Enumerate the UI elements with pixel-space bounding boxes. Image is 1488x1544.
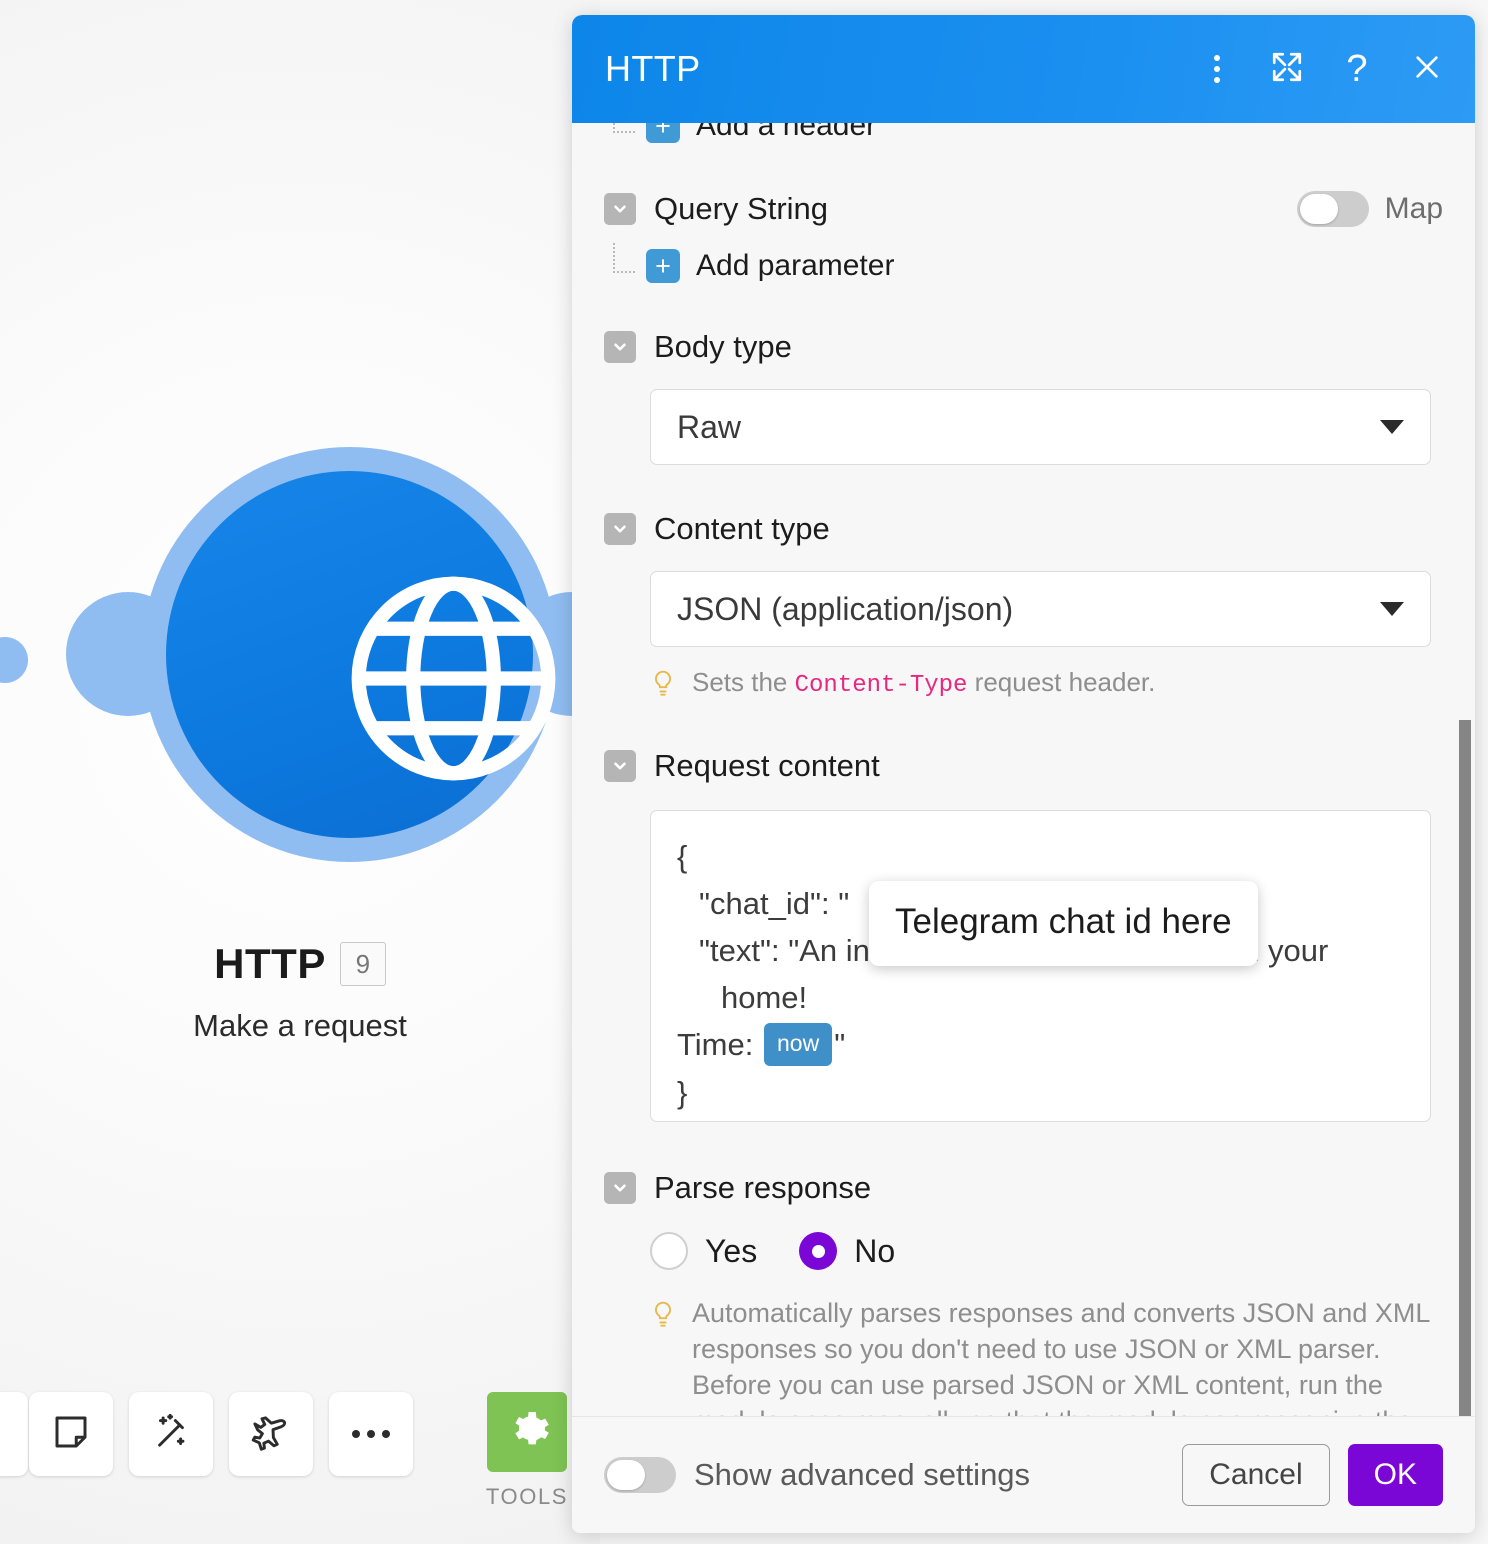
request-content-collapse-icon[interactable] xyxy=(604,750,636,782)
parse-response-collapse-icon[interactable] xyxy=(604,1172,636,1204)
add-parameter-plus-icon[interactable]: + xyxy=(646,249,680,283)
magic-wand-icon xyxy=(150,1411,192,1458)
json-line-time: Time: now " xyxy=(677,1021,1404,1068)
add-parameter-label: Add parameter xyxy=(696,249,895,282)
content-type-collapse-icon[interactable] xyxy=(604,513,636,545)
map-toggle-group[interactable]: Map xyxy=(1296,191,1443,227)
chevron-down-icon xyxy=(1380,420,1404,434)
tools-button[interactable] xyxy=(487,1392,567,1472)
body-type-select[interactable]: Raw xyxy=(650,389,1431,465)
content-type-label: Content type xyxy=(654,511,830,546)
json-time-prefix: Time: xyxy=(677,1027,754,1063)
now-token[interactable]: now xyxy=(763,1023,833,1067)
node-title: HTTP xyxy=(214,940,326,987)
app-root: HTTP 9 Make a request TOOLS HTTP ? + Add… xyxy=(0,0,1488,1544)
content-type-hint-text: Sets the Content-Type request header. xyxy=(692,665,1155,702)
content-type-section-header[interactable]: Content type xyxy=(572,511,1475,547)
advanced-toggle-knob xyxy=(607,1460,645,1490)
body-type-label: Body type xyxy=(654,329,792,364)
body-type-section-header[interactable]: Body type xyxy=(572,329,1475,365)
parse-response-label: Parse response xyxy=(654,1170,872,1205)
query-string-section-header[interactable]: Query String Map xyxy=(572,191,1475,227)
airplane-icon xyxy=(249,1410,293,1459)
map-toggle[interactable] xyxy=(1296,191,1369,227)
json-line-open: { xyxy=(677,839,688,874)
request-content-label: Request content xyxy=(654,748,880,783)
add-parameter-row[interactable]: + Add parameter xyxy=(572,243,1475,283)
chat-id-tooltip: Telegram chat id here xyxy=(869,881,1258,967)
http-module-node[interactable] xyxy=(62,447,644,1167)
panel-content: + Add a header Query String Map + Add pa… xyxy=(572,113,1475,1442)
request-content-textarea[interactable]: { "chat_id": " "text": "An intrusion has… xyxy=(650,810,1431,1122)
airplane-button[interactable] xyxy=(229,1392,313,1476)
parse-response-yes-label: Yes xyxy=(705,1232,758,1269)
query-string-collapse-icon[interactable] xyxy=(604,193,636,225)
panel-scroll-area[interactable]: + Add a header Query String Map + Add pa… xyxy=(572,113,1475,1442)
node-subtitle: Make a request xyxy=(193,1008,407,1043)
http-settings-panel: HTTP ? + Add a header Query String Map +… xyxy=(572,15,1475,1533)
parse-response-no-radio[interactable] xyxy=(799,1232,838,1270)
vertical-dots-icon xyxy=(1214,55,1220,83)
parse-response-yes-radio[interactable] xyxy=(650,1232,688,1270)
panel-scrollbar-thumb[interactable] xyxy=(1459,720,1471,1450)
canvas-toolbar[interactable]: TOOLS xyxy=(0,1392,600,1522)
more-options-button[interactable] xyxy=(329,1392,413,1476)
add-note-button[interactable] xyxy=(29,1392,113,1476)
parse-response-section-header[interactable]: Parse response xyxy=(572,1170,1475,1206)
panel-help-button[interactable]: ? xyxy=(1337,47,1377,91)
map-toggle-knob xyxy=(1299,194,1338,224)
map-label: Map xyxy=(1384,192,1443,225)
panel-header-actions[interactable]: ? xyxy=(1197,47,1447,91)
expand-arrows-icon xyxy=(1270,50,1304,89)
panel-title: HTTP xyxy=(605,48,701,89)
panel-footer: Show advanced settings Cancel OK xyxy=(572,1416,1475,1533)
panel-expand-button[interactable] xyxy=(1267,47,1307,91)
node-title-row: HTTP 9 xyxy=(0,940,600,988)
node-badge: 9 xyxy=(339,942,386,986)
footer-actions[interactable]: Cancel OK xyxy=(1182,1444,1443,1506)
body-type-value: Raw xyxy=(677,408,742,445)
content-type-value: JSON (application/json) xyxy=(677,590,1014,627)
ellipsis-icon xyxy=(352,1430,390,1438)
panel-menu-button[interactable] xyxy=(1197,47,1237,91)
request-content-section-header[interactable]: Request content xyxy=(572,748,1475,784)
advanced-settings-label: Show advanced settings xyxy=(694,1457,1031,1492)
lightbulb-icon xyxy=(650,669,678,704)
close-x-icon xyxy=(1411,51,1443,88)
magic-wand-button[interactable] xyxy=(129,1392,213,1476)
content-type-select[interactable]: JSON (application/json) xyxy=(650,571,1431,647)
hint-before: Sets the xyxy=(692,667,795,697)
advanced-settings-toggle[interactable] xyxy=(604,1457,676,1493)
parse-response-no-label: No xyxy=(854,1232,896,1269)
query-string-label: Query String xyxy=(654,191,829,226)
cancel-button[interactable]: Cancel xyxy=(1182,1444,1330,1506)
content-type-hint: Sets the Content-Type request header. xyxy=(650,665,1431,704)
json-line-close: } xyxy=(677,1074,688,1110)
body-type-collapse-icon[interactable] xyxy=(604,331,636,363)
gear-icon xyxy=(503,1406,551,1459)
panel-header: HTTP ? xyxy=(572,15,1475,123)
question-mark-icon: ? xyxy=(1346,48,1368,90)
sticky-note-icon xyxy=(50,1411,92,1458)
tree-connector xyxy=(613,243,635,273)
hint-after: request header. xyxy=(967,667,1156,697)
ok-button[interactable]: OK xyxy=(1347,1444,1443,1506)
scenario-canvas[interactable]: HTTP 9 Make a request TOOLS xyxy=(0,0,644,1544)
chevron-down-icon xyxy=(1380,602,1404,616)
globe-icon xyxy=(335,560,572,797)
parse-response-radio-group[interactable]: Yes No xyxy=(650,1232,1475,1270)
content-type-code: Content-Type xyxy=(794,672,968,699)
lightbulb-icon xyxy=(650,1300,678,1335)
toolbar-clip-button[interactable] xyxy=(0,1392,28,1476)
panel-close-button[interactable] xyxy=(1407,47,1447,91)
node-circle[interactable] xyxy=(166,471,556,838)
json-time-suffix: " xyxy=(834,1027,846,1063)
